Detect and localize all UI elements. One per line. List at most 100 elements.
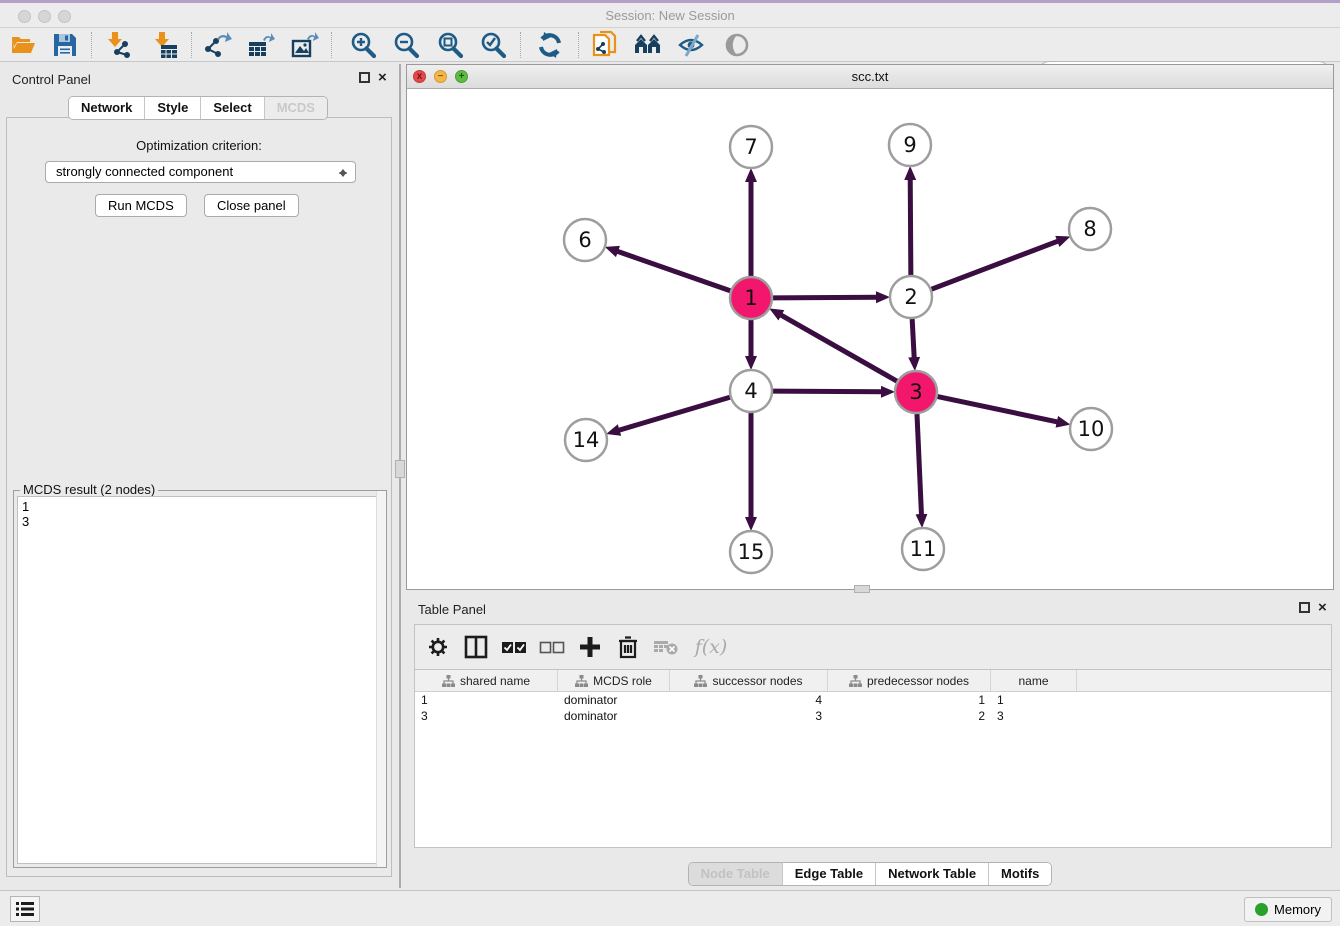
toolbar-separator (578, 32, 579, 58)
cell-shared-name[interactable]: 3 (415, 708, 558, 724)
deselect-all-icon[interactable] (539, 634, 565, 660)
memory-button[interactable]: Memory (1244, 897, 1332, 922)
column-label: successor nodes (712, 674, 802, 688)
column-header-name[interactable]: name (991, 670, 1077, 691)
toolbar-separator (331, 32, 332, 58)
graph-edge-4-3[interactable] (773, 391, 883, 392)
first-neighbors-icon[interactable] (633, 30, 663, 60)
task-history-button[interactable] (10, 896, 40, 922)
mcds-result-text[interactable]: 1 3 (17, 496, 383, 864)
graph-edge-3-1[interactable] (780, 314, 897, 381)
criterion-select[interactable]: strongly connected component (45, 161, 356, 183)
main-toolbar (0, 28, 1340, 62)
refresh-icon[interactable] (535, 30, 565, 60)
graph-edge-1-2[interactable] (773, 297, 878, 298)
graph-edge-2-8[interactable] (932, 241, 1060, 289)
graph-node-label: 8 (1083, 217, 1096, 241)
status-bar: Memory (0, 890, 1340, 926)
control-panel-tabs: Network Style Select MCDS (0, 96, 396, 118)
tree-icon (442, 675, 455, 687)
import-table-icon[interactable] (150, 30, 180, 60)
graph-edge-4-14[interactable] (618, 397, 730, 430)
horizontal-splitter-handle[interactable] (854, 585, 870, 593)
cell-mcds-role[interactable]: dominator (558, 708, 670, 724)
titlebar: Session: New Session (0, 3, 1340, 28)
select-all-icon[interactable] (501, 634, 527, 660)
zoom-out-icon[interactable] (391, 30, 421, 60)
tab-motifs[interactable]: Motifs (988, 863, 1051, 885)
float-table-panel-icon[interactable] (1299, 602, 1310, 613)
result-scrollbar[interactable] (376, 491, 386, 867)
graph-edge-3-10[interactable] (938, 397, 1059, 423)
table-tabs-bar: Node Table Edge Table Network Table Moti… (406, 858, 1334, 890)
graph-node-label: 1 (744, 286, 757, 310)
window-title: Session: New Session (0, 8, 1340, 23)
toolbar-separator (520, 32, 521, 58)
zoom-in-icon[interactable] (348, 30, 378, 60)
tree-icon (694, 675, 707, 687)
export-table-icon[interactable] (246, 30, 276, 60)
tab-network[interactable]: Network (69, 97, 144, 119)
export-network-icon[interactable] (203, 30, 233, 60)
close-table-panel-icon[interactable]: × (1318, 602, 1327, 613)
zoom-selected-icon[interactable] (478, 30, 508, 60)
tab-select[interactable]: Select (200, 97, 263, 119)
cell-predecessor-nodes[interactable]: 1 (828, 692, 991, 708)
zoom-fit-icon[interactable] (435, 30, 465, 60)
cell-successor-nodes[interactable]: 4 (670, 692, 828, 708)
column-header-shared-name[interactable]: shared name (415, 670, 558, 691)
table-panel-header: Table Panel × (406, 596, 1334, 622)
open-folder-icon[interactable] (8, 30, 38, 60)
graphics-details-icon[interactable] (722, 30, 752, 60)
table-header-row: shared name MCDS role successor nodes pr… (415, 670, 1331, 692)
close-panel-icon[interactable]: × (378, 72, 387, 83)
save-icon[interactable] (50, 30, 80, 60)
tab-style[interactable]: Style (144, 97, 200, 119)
import-network-icon[interactable] (103, 30, 133, 60)
network-window-titlebar[interactable]: x − + scc.txt (407, 65, 1333, 89)
cell-name[interactable]: 1 (991, 692, 1077, 708)
graph-node-label: 4 (744, 379, 757, 403)
export-image-icon[interactable] (290, 30, 320, 60)
tab-network-table[interactable]: Network Table (875, 863, 988, 885)
cell-name[interactable]: 3 (991, 708, 1077, 724)
table-row[interactable]: 1 dominator 4 1 1 (415, 692, 1331, 708)
graph-edge-2-9[interactable] (910, 178, 911, 275)
tab-mcds[interactable]: MCDS (264, 97, 327, 119)
node-table[interactable]: shared name MCDS role successor nodes pr… (414, 670, 1332, 848)
vertical-splitter-handle[interactable] (395, 460, 405, 478)
hide-selected-icon[interactable] (676, 30, 706, 60)
cell-mcds-role[interactable]: dominator (558, 692, 670, 708)
tab-edge-table[interactable]: Edge Table (782, 863, 875, 885)
split-pane-icon[interactable] (463, 634, 489, 660)
graph-node-label: 2 (904, 285, 917, 309)
float-panel-icon[interactable] (359, 72, 370, 83)
memory-label: Memory (1274, 902, 1321, 917)
table-row[interactable]: 3 dominator 3 2 3 (415, 708, 1331, 724)
graph-edge-1-6[interactable] (616, 251, 730, 291)
mcds-result-group: MCDS result (2 nodes) 1 3 (13, 490, 387, 868)
cell-predecessor-nodes[interactable]: 2 (828, 708, 991, 724)
cell-shared-name[interactable]: 1 (415, 692, 558, 708)
function-builder-icon[interactable]: f(x) (691, 634, 731, 660)
graph-edge-3-11[interactable] (917, 414, 922, 516)
tree-icon (575, 675, 588, 687)
column-header-predecessor-nodes[interactable]: predecessor nodes (828, 670, 991, 691)
close-panel-button[interactable]: Close panel (204, 194, 299, 217)
graph-edge-2-3[interactable] (912, 319, 914, 359)
delete-table-icon[interactable] (653, 634, 679, 660)
delete-icon[interactable] (615, 634, 641, 660)
column-header-successor-nodes[interactable]: successor nodes (670, 670, 828, 691)
table-toolbar: f(x) (414, 624, 1332, 670)
tab-node-table[interactable]: Node Table (689, 863, 782, 885)
network-view-window: x − + scc.txt 7968124314101511 (406, 64, 1334, 590)
settings-icon[interactable] (425, 634, 451, 660)
cell-successor-nodes[interactable]: 3 (670, 708, 828, 724)
run-mcds-button[interactable]: Run MCDS (95, 194, 187, 217)
network-canvas[interactable]: 7968124314101511 (407, 89, 1333, 589)
column-header-mcds-role[interactable]: MCDS role (558, 670, 670, 691)
network-window-title: scc.txt (407, 69, 1333, 84)
duplicate-network-icon[interactable] (590, 30, 620, 60)
add-icon[interactable] (577, 634, 603, 660)
mcds-panel: Optimization criterion: strongly connect… (6, 117, 392, 877)
